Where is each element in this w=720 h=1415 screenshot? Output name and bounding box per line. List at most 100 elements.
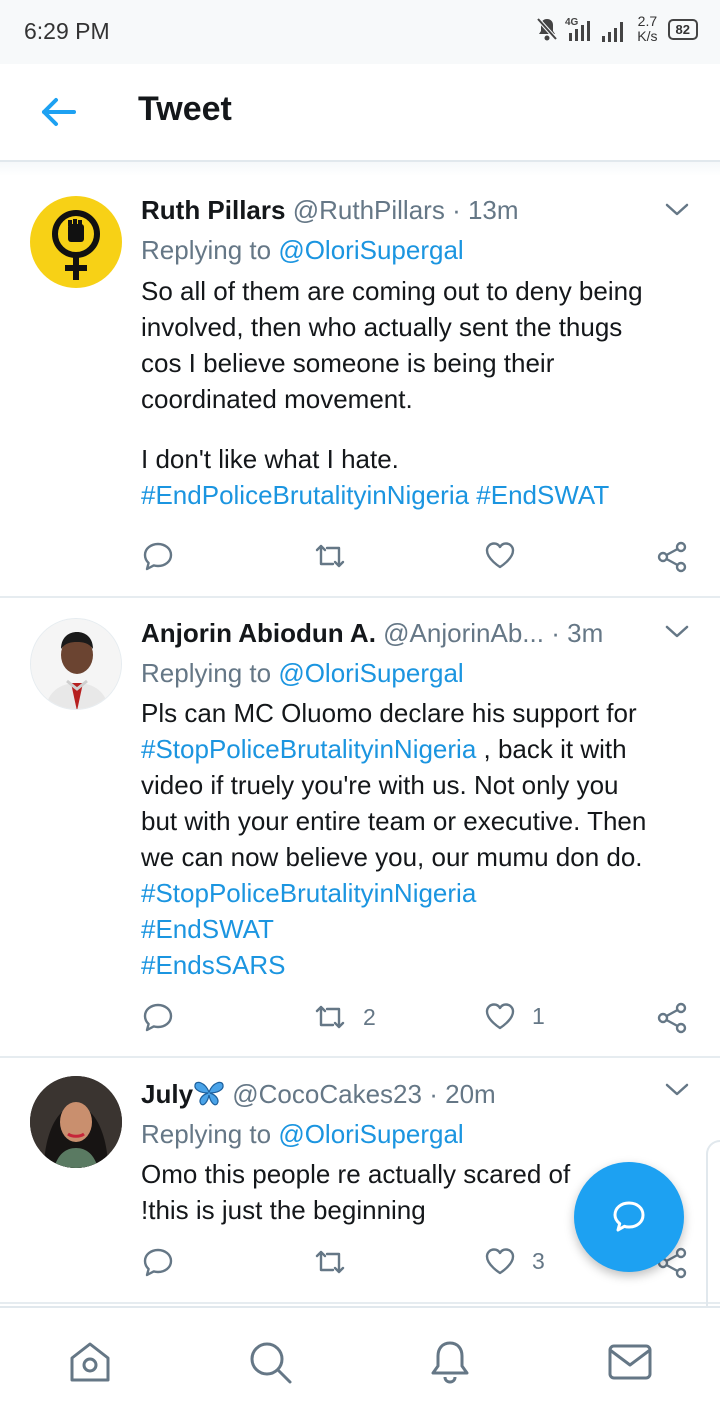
tweet-time: 20m bbox=[445, 1079, 496, 1109]
retweet-button[interactable] bbox=[313, 1246, 363, 1278]
replying-to: Replying to @OloriSupergal bbox=[141, 658, 464, 688]
hashtag[interactable]: #StopPoliceBrutalityinNigeria bbox=[141, 734, 476, 764]
net-speed-value: 2.7 bbox=[637, 13, 658, 29]
like-button[interactable]: 1 bbox=[484, 1001, 545, 1031]
heart-icon bbox=[485, 1003, 515, 1030]
tweet-line: I don't like what I hate. bbox=[141, 444, 399, 474]
tweet-line: #StopPoliceBrutalityinNigeria , back it … bbox=[141, 731, 690, 767]
user-photo-avatar bbox=[31, 619, 121, 709]
tweet-card[interactable]: Ruth Pillars @RuthPillars · 13m Replying… bbox=[0, 176, 720, 598]
mute-bell-icon bbox=[536, 17, 558, 41]
reply-icon bbox=[143, 1003, 173, 1032]
avatar[interactable] bbox=[30, 196, 122, 288]
chevron-down-icon[interactable] bbox=[662, 200, 692, 220]
like-button[interactable] bbox=[484, 540, 532, 570]
bottom-navigation bbox=[0, 1306, 720, 1415]
hashtag[interactable]: #EndSWAT bbox=[141, 911, 690, 947]
retweet-count: 2 bbox=[363, 1003, 376, 1030]
home-icon bbox=[70, 1342, 110, 1382]
tweet-actions bbox=[0, 540, 720, 580]
messages-icon bbox=[608, 1344, 652, 1380]
like-count: 1 bbox=[532, 1002, 545, 1029]
nav-notifications[interactable] bbox=[426, 1338, 474, 1386]
share-button[interactable] bbox=[656, 1001, 688, 1035]
share-icon bbox=[657, 1002, 687, 1034]
signal-4g-icon: 4G bbox=[565, 17, 591, 41]
tweet-header: July @CocoCakes23 · 20m bbox=[141, 1079, 650, 1109]
tweet-line: we can now believe you, our mumu don do. bbox=[141, 842, 643, 872]
tweet-author-handle[interactable]: @CocoCakes23 bbox=[232, 1079, 422, 1109]
separator-dot: · bbox=[452, 195, 461, 225]
tweet-header: Ruth Pillars @RuthPillars · 13m bbox=[141, 195, 650, 225]
retweet-icon bbox=[315, 1005, 345, 1029]
replying-label: Replying to bbox=[141, 1119, 272, 1149]
retweet-button[interactable] bbox=[313, 540, 363, 572]
heart-icon bbox=[485, 1248, 515, 1275]
avatar[interactable] bbox=[30, 618, 122, 710]
user-photo-avatar bbox=[30, 1076, 122, 1168]
compose-reply-icon bbox=[613, 1201, 645, 1232]
page-title: Tweet bbox=[138, 90, 232, 128]
replying-mention[interactable]: @OloriSupergal bbox=[278, 1119, 463, 1149]
tweet-text: So all of them are coming out to deny be… bbox=[141, 273, 690, 513]
tweet-line: video if truely you're with us. Not only… bbox=[141, 770, 619, 800]
notifications-icon bbox=[431, 1341, 469, 1384]
reply-button[interactable] bbox=[142, 1001, 174, 1033]
tweet-card[interactable]: Anjorin Abiodun A. @AnjorinAb... · 3m Re… bbox=[0, 598, 720, 1058]
signal-icon bbox=[602, 22, 624, 42]
svg-text:4G: 4G bbox=[565, 17, 579, 28]
search-icon bbox=[250, 1342, 292, 1384]
reply-fab-button[interactable] bbox=[574, 1162, 684, 1272]
tweet-actions: 2 1 bbox=[0, 1001, 720, 1041]
tweet-author-handle[interactable]: @RuthPillars bbox=[293, 195, 445, 225]
reply-icon bbox=[143, 542, 173, 571]
tweet-author-handle[interactable]: @AnjorinAb... bbox=[383, 618, 544, 648]
header-divider bbox=[0, 162, 720, 176]
tweet-author-name[interactable]: July bbox=[141, 1079, 193, 1109]
tweet-author-name[interactable]: Ruth Pillars bbox=[141, 195, 285, 225]
share-button[interactable] bbox=[656, 540, 688, 574]
tweet-time: 13m bbox=[467, 195, 519, 225]
replying-mention[interactable]: @OloriSupergal bbox=[278, 235, 463, 265]
separator-dot: · bbox=[551, 618, 560, 648]
tweet-line: but with your entire team or executive. … bbox=[141, 806, 647, 836]
avatar[interactable] bbox=[30, 1076, 122, 1168]
heart-icon bbox=[485, 542, 515, 569]
hashtag[interactable]: #EndsSARS bbox=[141, 947, 690, 983]
status-time: 6:29 PM bbox=[24, 18, 110, 44]
replying-label: Replying to bbox=[141, 658, 272, 688]
net-speed-unit: K/s bbox=[637, 28, 658, 44]
tweet-line: involved, then who actually sent the thu… bbox=[141, 312, 623, 342]
chevron-down-icon[interactable] bbox=[662, 622, 692, 642]
hashtag[interactable]: #EndSWAT bbox=[476, 480, 609, 510]
top-header: Tweet bbox=[0, 64, 720, 162]
nav-search[interactable] bbox=[246, 1338, 294, 1386]
chevron-down-icon[interactable] bbox=[662, 1080, 692, 1100]
hashtag[interactable]: #EndPoliceBrutalityinNigeria bbox=[141, 480, 469, 510]
reply-icon bbox=[143, 1248, 173, 1277]
hashtag[interactable]: #StopPoliceBrutalityinNigeria bbox=[141, 875, 690, 911]
replying-to: Replying to @OloriSupergal bbox=[141, 235, 464, 265]
nav-home[interactable] bbox=[66, 1338, 114, 1386]
replying-mention[interactable]: @OloriSupergal bbox=[278, 658, 463, 688]
replying-to: Replying to @OloriSupergal bbox=[141, 1119, 464, 1149]
reply-button[interactable] bbox=[142, 540, 174, 572]
hashtag-line: #EndPoliceBrutalityinNigeria #EndSWAT bbox=[141, 477, 690, 513]
status-bar: 6:29 PM 4G 2.7 K/s 82 bbox=[0, 0, 720, 64]
nav-messages[interactable] bbox=[606, 1338, 654, 1386]
tweet-line-rest: , back it with bbox=[476, 734, 627, 764]
reply-button[interactable] bbox=[142, 1246, 174, 1278]
tweet-line: Pls can MC Oluomo declare his support fo… bbox=[141, 698, 637, 728]
tweet-line: cos I believe someone is being their bbox=[141, 348, 555, 378]
arrow-left-icon bbox=[42, 98, 76, 126]
tweet-author-name[interactable]: Anjorin Abiodun A. bbox=[141, 618, 376, 648]
like-button[interactable]: 3 bbox=[484, 1246, 545, 1276]
retweet-button[interactable]: 2 bbox=[313, 1001, 376, 1033]
net-speed: 2.7 K/s bbox=[637, 14, 657, 44]
separator-dot: · bbox=[429, 1079, 438, 1109]
tweet-text: Pls can MC Oluomo declare his support fo… bbox=[141, 695, 690, 983]
back-button[interactable] bbox=[36, 92, 80, 132]
tweet-line: So all of them are coming out to deny be… bbox=[141, 276, 643, 306]
feminist-fist-avatar-icon bbox=[52, 210, 100, 280]
